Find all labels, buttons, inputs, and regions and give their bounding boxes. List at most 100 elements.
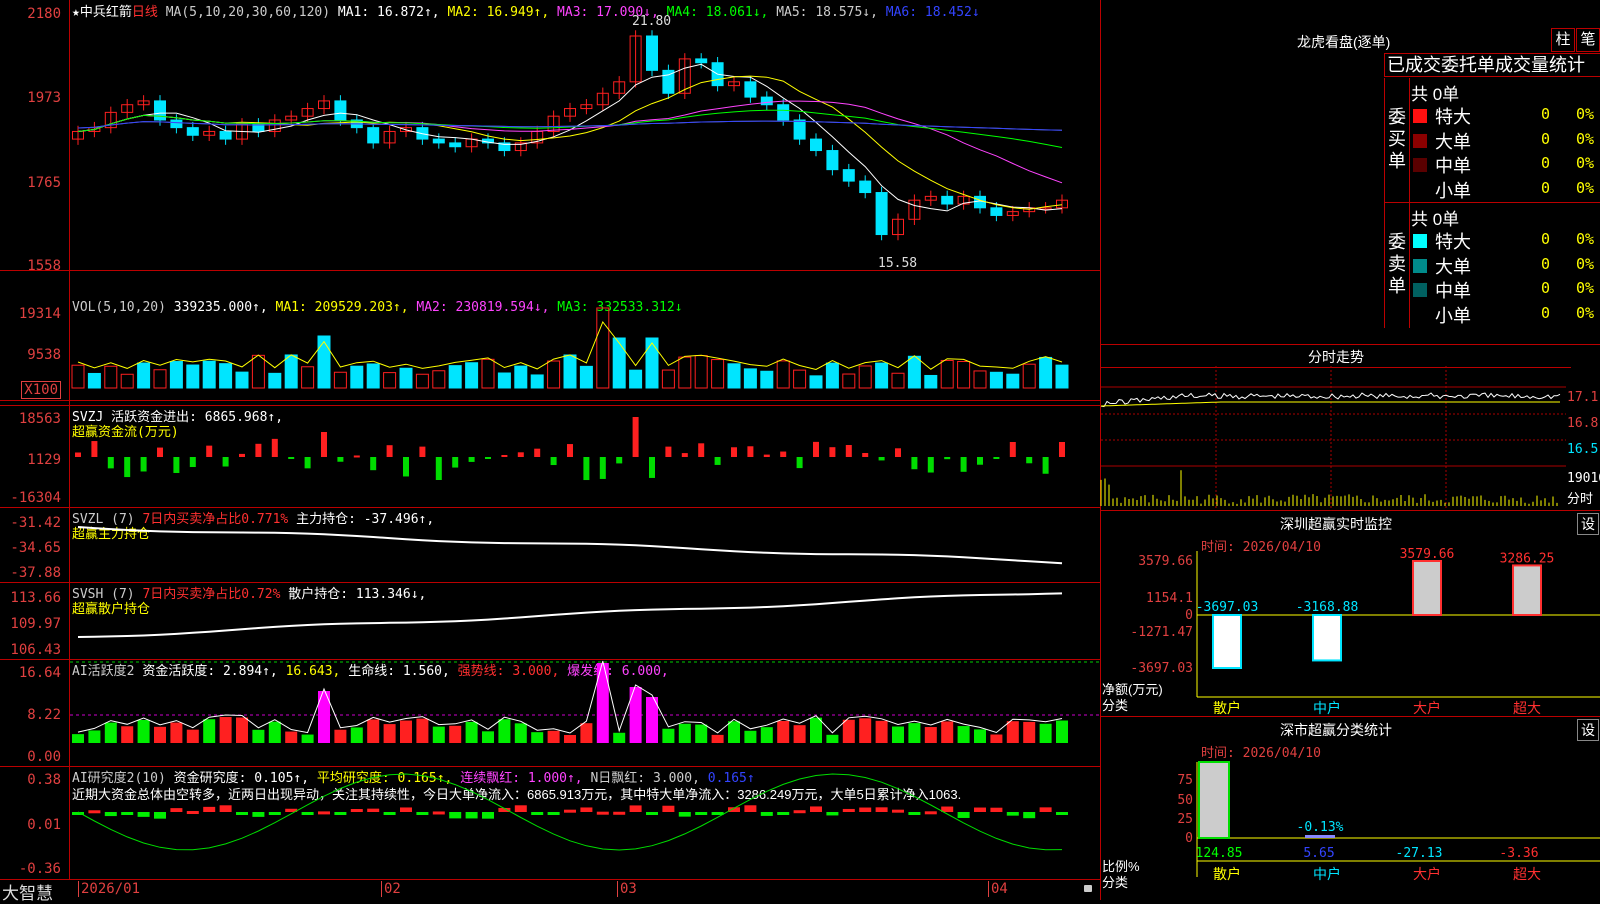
activity-bar (268, 721, 281, 743)
flow-bar (550, 457, 557, 466)
brand-label: 大智慧 (2, 884, 53, 903)
volume-bar (268, 372, 282, 389)
svsh-tick: 113.66 (10, 590, 61, 606)
svsh-panel[interactable]: 113.66 109.97 106.43 SVSH (7) 7日内买卖净占比0.… (0, 582, 1100, 660)
flow-bar (829, 447, 836, 457)
activity-bar (1056, 720, 1068, 743)
research-bar (383, 812, 396, 815)
buy-swatch-icon (1413, 158, 1427, 172)
flow-bar (1026, 457, 1033, 464)
flow-bar (468, 457, 475, 462)
volume-bar (809, 375, 823, 389)
volume-bar (612, 337, 626, 389)
buy-row: 小单 0 0% (1411, 177, 1600, 201)
research-bar (875, 807, 888, 812)
bar-mode-button[interactable]: 柱 (1551, 28, 1575, 52)
buy-row-count: 0 (1541, 105, 1551, 123)
ai-active-tick: 8.22 (27, 707, 61, 723)
volume-bar (547, 360, 561, 389)
flow-bar (731, 447, 737, 457)
activity-bar (662, 728, 675, 743)
volume-axis: 19314 9538 X100 (0, 270, 70, 405)
research-bar (810, 806, 822, 812)
volume-tick: 19314 (18, 306, 61, 322)
time-axis: 大智慧 2026/01 02 03 04 (0, 879, 1100, 903)
flow-bar (895, 448, 901, 457)
volume-panel-box[interactable]: 19314 9538 X100 VOL(5,10,20) 339235.000↑… (0, 270, 1100, 406)
sell-row: 中单 0 0% (1411, 277, 1600, 301)
activity-bar (711, 734, 724, 743)
svzl-panel[interactable]: -31.42 -34.65 -37.88 SVZL (7) 7日内买卖净占比0.… (0, 507, 1100, 583)
sell-row-pct: 0% (1576, 279, 1595, 297)
class-category-label: 中户 (1313, 866, 1341, 882)
activity-bar (842, 719, 855, 743)
volume-bar (875, 362, 889, 389)
class-axis-tick: 25 (1177, 812, 1193, 827)
buy-row: 中单 0 0% (1411, 152, 1600, 176)
activity-bar (252, 729, 265, 743)
research-bar (236, 812, 248, 815)
ai-research-panel[interactable]: 0.38 0.01 -0.36 AI研究度2(10) 资金研究度: 0.105↑… (0, 766, 1100, 880)
activity-bar (449, 725, 462, 743)
sell-swatch-icon (1413, 307, 1427, 322)
flow-bar (747, 446, 754, 457)
candle-body (760, 96, 773, 106)
svzl-tick: -37.88 (10, 565, 61, 581)
sell-row-count: 0 (1541, 254, 1551, 273)
buy-row-pct: 0% (1576, 129, 1595, 148)
research-bar (268, 812, 281, 815)
volume-bar (530, 374, 544, 389)
flow-bar (124, 457, 131, 478)
flow-bar (452, 457, 459, 468)
volume-bar (743, 368, 757, 389)
svzj-panel[interactable]: 18563 1129 -16304 SVZJ 活跃资金进出: 6865.968↑… (0, 405, 1100, 508)
sz-class-panel[interactable]: 深市超赢分类统计 设 时间: 2026/04/10 比例% 分类 75 50 25 0… (1100, 717, 1600, 900)
research-bar (416, 812, 429, 815)
flow-bar (878, 457, 885, 461)
ai-active-panel[interactable]: 16.64 8.22 0.00 AI活跃度2 资金活跃度: 2.894↑, 16… (0, 659, 1100, 767)
flow-bar (567, 444, 573, 457)
activity-bar (1039, 723, 1052, 743)
pen-mode-button[interactable]: 笔 (1576, 28, 1600, 52)
research-bar (547, 812, 560, 815)
intraday-panel[interactable]: 分时走势 17.1 16.8 16.5 19016 分时 (1100, 345, 1600, 511)
lock-icon[interactable] (1084, 885, 1092, 892)
flow-bar (698, 443, 705, 457)
research-bar (613, 811, 626, 815)
activity-bar (367, 719, 380, 743)
flow-bar (107, 457, 114, 469)
volume-bar (711, 359, 725, 389)
activity-bar (695, 724, 708, 743)
activity-bar (990, 734, 1003, 743)
activity-bar (892, 726, 904, 743)
candle-body (186, 127, 199, 136)
volume-bar (481, 358, 495, 389)
flow-bar (75, 452, 81, 457)
price-panel[interactable]: 2180 1973 1765 1558 ★中兵红箭日线 MA(5,10,20,3… (0, 0, 1100, 274)
volume-tick: 9538 (27, 347, 61, 363)
class-value-label: 5.65 (1303, 846, 1334, 861)
intraday-tick: 16.8 (1567, 416, 1599, 431)
flow-bar (927, 457, 934, 473)
flow-bar (845, 445, 852, 457)
volume-bar (1055, 364, 1069, 389)
time-label: 2026/01 (78, 881, 140, 897)
research-bar (760, 812, 773, 816)
class-value-label: 124.85 (1196, 846, 1243, 861)
volume-bar (629, 369, 643, 389)
volume-bar (973, 370, 987, 389)
flow-bar (222, 457, 229, 467)
dragon-tiger-panel[interactable]: 龙虎看盘(逐单) 柱 笔 已成交委托单成交量统计 委买单 共 0单 特大 0 0… (1100, 0, 1600, 345)
candle-body (810, 138, 822, 152)
monitor-axis-tick: 3579.66 (1138, 554, 1193, 569)
ai-research-axis: 0.38 0.01 -0.36 (0, 766, 70, 879)
flow-bar (960, 457, 967, 472)
price-tick: 1765 (27, 175, 61, 191)
volume-bar (153, 369, 167, 389)
volume-bar (251, 354, 265, 389)
sz-monitor-panel[interactable]: 深圳超赢实时监控 设 时间: 2026/04/10 净额(万元) 分类 3579… (1100, 511, 1600, 717)
price-tick: 1973 (27, 90, 61, 106)
flow-bar (1009, 441, 1016, 457)
volume-bar (415, 373, 429, 389)
activity-bar (400, 720, 412, 743)
